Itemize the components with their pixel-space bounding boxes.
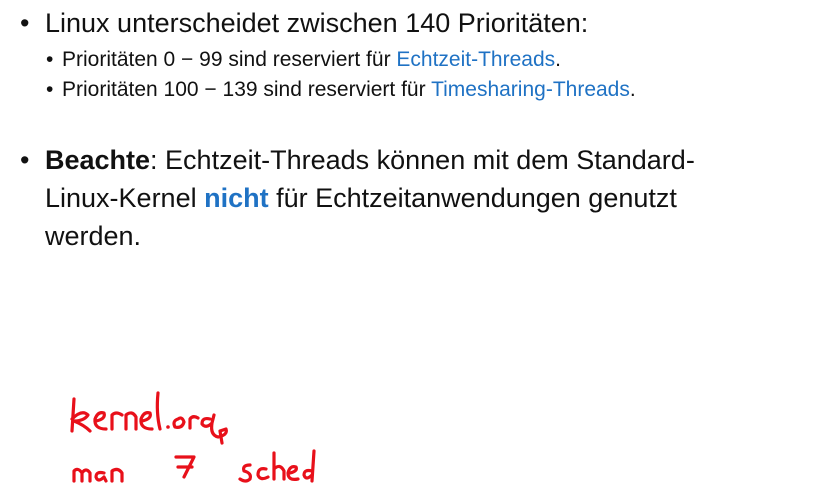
hw-m <box>72 467 92 483</box>
sub-bullet-2-suffix: . <box>629 78 636 101</box>
hw-r <box>110 411 124 431</box>
sub-bullet-1-dot: • <box>46 48 54 71</box>
bullet-2-line-2-suffix: für Echtzeitanwendungen genutzt <box>268 183 677 213</box>
hw-o <box>172 416 186 430</box>
bullet-2-paragraph: Beachte: Echtzeit-Threads können mit dem… <box>45 141 695 255</box>
bullet-2-line-1: Beachte: Echtzeit-Threads können mit dem… <box>45 141 695 179</box>
handwritten-note <box>70 391 316 483</box>
bullet-1-text: Linux unterscheidet zwischen 140 Priorit… <box>45 8 589 38</box>
sub-bullet-2-dot: • <box>46 78 54 101</box>
beachte-label: Beachte <box>45 145 151 175</box>
link-echtzeit-threads[interactable]: Echtzeit-Threads <box>396 48 555 71</box>
hw-k <box>70 397 92 433</box>
bullet-2-line-2-prefix: Linux-Kernel <box>45 183 205 213</box>
sub-bullet-2-prefix: Prioritäten 100 − 139 sind reserviert fü… <box>62 78 432 101</box>
hw-s <box>238 463 252 483</box>
hw-e3 <box>286 465 300 481</box>
hw-e2 <box>139 411 154 431</box>
bullet-2-line-2: Linux-Kernel nicht für Echtzeitanwendung… <box>45 179 695 217</box>
hw-a <box>94 470 108 483</box>
hw-r2 <box>188 415 200 430</box>
bullet-1-dot: • <box>20 8 30 38</box>
hw-l <box>155 391 162 431</box>
bullet-2-line-1-rest: : Echtzeit-Threads können mit dem Standa… <box>150 145 695 175</box>
link-timesharing-threads[interactable]: Timesharing-Threads <box>431 78 630 101</box>
sub-bullet-1-suffix: . <box>555 48 561 71</box>
bullet-2-dot: • <box>20 145 30 175</box>
sub-bullet-1-prefix: Prioritäten 0 − 99 sind reserviert für <box>62 48 397 71</box>
nicht-emphasis: nicht <box>204 183 269 213</box>
sub-bullet-2: • Prioritäten 100 − 139 sind reserviert f… <box>46 77 636 103</box>
hw-h <box>272 451 286 481</box>
hw-d <box>302 449 316 483</box>
hw-7 <box>174 455 196 479</box>
hw-n <box>124 411 138 431</box>
hw-dot <box>166 425 170 429</box>
hw-e1 <box>93 411 108 431</box>
hw-n2 <box>110 467 124 483</box>
hw-g <box>200 413 228 445</box>
bullet-2-line-3: werden. <box>45 221 142 251</box>
sub-bullet-1: • Prioritäten 0 − 99 sind reserviert für … <box>46 47 561 73</box>
hw-c <box>256 467 270 481</box>
